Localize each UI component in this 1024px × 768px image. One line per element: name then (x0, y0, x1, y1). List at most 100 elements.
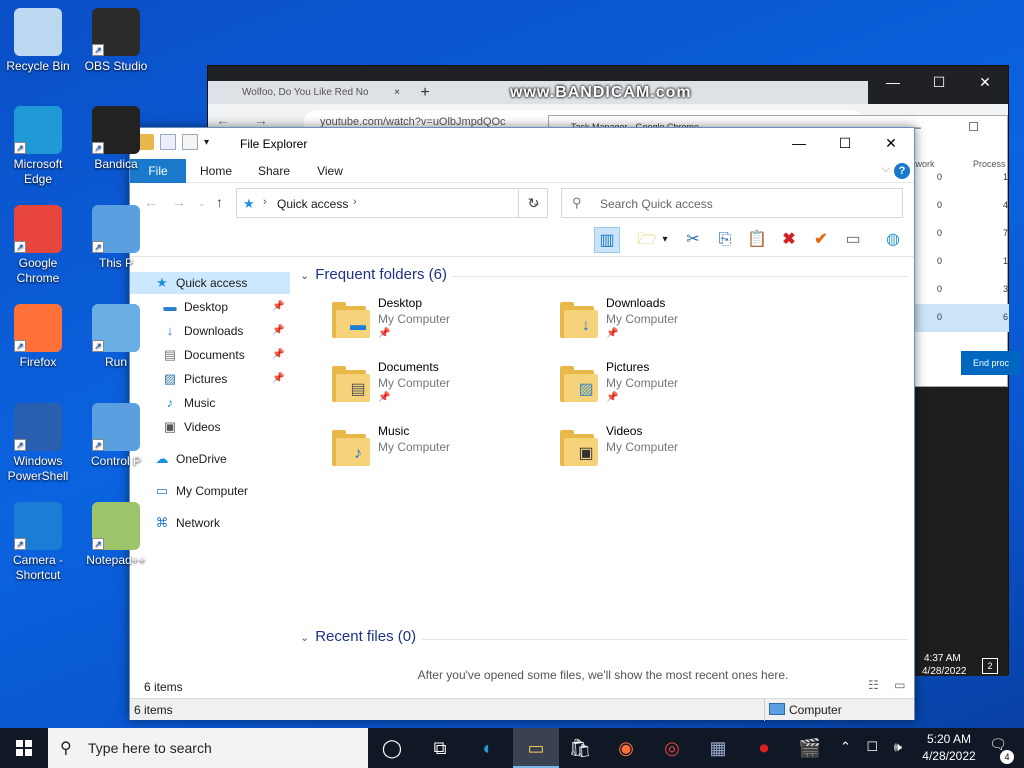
taskbar-firefox-icon[interactable]: ◉ (603, 728, 649, 768)
sidebar-item-music[interactable]: ♪ Music (130, 392, 290, 414)
notification-icon[interactable]: 🗨 4 (986, 736, 1014, 764)
check-button[interactable]: ✔ (808, 227, 834, 253)
preview-pane-button[interactable]: ▥ (594, 227, 620, 253)
pin-icon[interactable]: 📌 (272, 320, 284, 342)
sidebar-item-quick-access[interactable]: ★ Quick access (130, 272, 290, 294)
taskbar-store-icon[interactable]: 🛍 (557, 728, 603, 768)
desktop-icon[interactable]: ↗ Control P (78, 403, 154, 469)
qat-dropdown-icon[interactable]: ▾ (204, 137, 209, 148)
shell-icon[interactable]: ◍ (880, 227, 906, 253)
taskbar-task-view-icon[interactable]: ◯ (369, 728, 415, 768)
paste-button[interactable]: 📋 (744, 227, 770, 253)
desktop-icon[interactable]: ↗ Firefox (0, 304, 76, 370)
address-bar[interactable]: ★ › Quick access › ⌄ (236, 188, 548, 218)
maximize-button[interactable]: ☐ (916, 66, 962, 98)
tab-view[interactable]: View (306, 159, 354, 183)
folder-tile[interactable]: ↓ Downloads My Computer 📌 (560, 296, 780, 356)
sidebar-item-desktop[interactable]: ▬ Desktop 📌 (130, 296, 290, 318)
table-row[interactable]: 07 (909, 220, 1009, 248)
breadcrumb-separator[interactable]: › (353, 196, 357, 208)
desktop-icon[interactable]: ↗ This P (78, 205, 154, 271)
folder-tile[interactable]: ▣ Videos My Computer (560, 424, 780, 484)
desktop-icon[interactable]: Recycle Bin (0, 8, 76, 74)
taskbar-control-panel-icon[interactable]: ▦ (695, 728, 741, 768)
up-button[interactable]: ↑ (216, 194, 223, 210)
view-toggle-icons[interactable]: ☷ ▭ (868, 678, 911, 692)
pin-icon[interactable]: 📌 (272, 368, 284, 390)
close-tab-icon[interactable]: × (394, 81, 400, 105)
desktop-icon[interactable]: ↗ Microsoft Edge (0, 106, 76, 187)
folder-tile[interactable]: ♪ Music My Computer (332, 424, 552, 484)
breadcrumb-quick-access[interactable]: Quick access (277, 197, 348, 211)
sidebar-item-network[interactable]: ⌘ Network (130, 512, 290, 534)
sidebar-item-pictures[interactable]: ▨ Pictures 📌 (130, 368, 290, 390)
recent-files-header[interactable]: ⌄ Recent files (0) (300, 628, 416, 645)
recent-locations-button[interactable]: ⌄ (198, 198, 206, 209)
sidebar-item-videos[interactable]: ▣ Videos (130, 416, 290, 438)
table-row[interactable]: 03 (909, 276, 1009, 304)
pin-icon[interactable]: 📌 (272, 344, 284, 366)
properties-icon[interactable] (160, 134, 176, 150)
desktop-icon[interactable]: ↗ Camera - Shortcut (0, 502, 76, 583)
delete-button[interactable]: ✖ (776, 227, 802, 253)
tab-home[interactable]: Home (190, 159, 242, 183)
breadcrumb-separator[interactable]: › (263, 196, 267, 208)
folder-tile[interactable]: ▬ Desktop My Computer 📌 (332, 296, 552, 356)
chrome-nav-buttons[interactable]: ← → (216, 112, 278, 128)
collapse-chevron-icon[interactable]: ⌄ (300, 270, 309, 282)
new-dropdown-icon[interactable]: ▾ (658, 227, 672, 253)
taskbar-file-explorer-icon[interactable]: ▭ (513, 728, 559, 768)
refresh-button[interactable]: ↻ (518, 188, 548, 218)
rename-button[interactable]: ▭ (840, 227, 866, 253)
new-folder-button[interactable]: 🗁 (634, 227, 660, 253)
start-button[interactable] (0, 728, 48, 768)
close-button[interactable]: ✕ (962, 66, 1008, 98)
table-row[interactable]: 01 (909, 248, 1009, 276)
desktop-icon[interactable]: ↗ Notepad++ (78, 502, 154, 568)
forward-button[interactable]: → (172, 194, 186, 210)
file-explorer-window[interactable]: ▾ File Explorer — ☐ ✕ File Home Share Vi… (129, 127, 915, 721)
taskbar-timeline-icon[interactable]: ⧉ (417, 728, 463, 768)
table-row[interactable]: 01 (909, 164, 1009, 192)
end-process-button[interactable]: End proc (961, 351, 1021, 375)
clock-date[interactable]: 4/28/2022 (912, 749, 986, 763)
sidebar-item-documents[interactable]: ▤ Documents 📌 (130, 344, 290, 366)
sidebar-item-downloads[interactable]: ↓ Downloads 📌 (130, 320, 290, 342)
sidebar-item-onedrive[interactable]: ☁ OneDrive (130, 448, 290, 470)
minimize-button[interactable]: — (870, 66, 916, 98)
taskbar-chrome-icon[interactable]: ◎ (649, 728, 695, 768)
taskbar-search[interactable]: ⚲ Type here to search (48, 728, 368, 768)
clock-time[interactable]: 5:20 AM (912, 732, 986, 746)
task-manager-controls[interactable]: — ☐ (909, 120, 1001, 134)
frequent-folders-header[interactable]: ⌄ Frequent folders (6) (300, 266, 447, 283)
copy-button[interactable]: ⎘ (712, 227, 738, 253)
table-row[interactable]: 04 (909, 192, 1009, 220)
taskbar-edge-icon[interactable]: ◐ (465, 728, 511, 768)
pin-icon[interactable]: 📌 (272, 296, 284, 318)
close-button[interactable]: ✕ (868, 128, 914, 159)
search-box[interactable]: ⚲ (561, 188, 903, 218)
cut-button[interactable]: ✂ (680, 227, 706, 253)
table-row[interactable]: 06 (909, 304, 1009, 332)
desktop-icon[interactable]: ↗ Google Chrome (0, 205, 76, 286)
new-folder-icon[interactable] (182, 134, 198, 150)
tab-share[interactable]: Share (248, 159, 300, 183)
taskbar-bandicam-icon[interactable]: ⏺ (741, 728, 787, 768)
desktop-icon[interactable]: ↗ Bandica (78, 106, 154, 172)
desktop-icon[interactable]: ↗ Windows PowerShell (0, 403, 76, 484)
help-icon[interactable]: ? (894, 163, 910, 179)
expand-ribbon-icon[interactable]: ⌵ (882, 163, 890, 176)
desktop-icon[interactable]: ↗ OBS Studio (78, 8, 154, 74)
maximize-button[interactable]: ☐ (822, 128, 868, 159)
chrome-tab[interactable]: Wolfoo, Do You Like Red No × (218, 81, 408, 105)
minimize-button[interactable]: — (776, 128, 822, 159)
folder-tile[interactable]: ▨ Pictures My Computer 📌 (560, 360, 780, 420)
sidebar-item-my-computer[interactable]: ▭ My Computer (130, 480, 290, 502)
taskbar-clapper-icon[interactable]: 🎬 (787, 728, 833, 768)
desktop-icon[interactable]: ↗ Run (78, 304, 154, 370)
new-tab-button[interactable]: + (413, 82, 437, 104)
collapse-chevron-icon[interactable]: ⌄ (300, 632, 309, 644)
title-bar[interactable]: ▾ File Explorer — ☐ ✕ (130, 128, 914, 159)
folder-tile[interactable]: ▤ Documents My Computer 📌 (332, 360, 552, 420)
tray-icons[interactable]: ⌃ ☐ 🕪 (840, 739, 908, 755)
